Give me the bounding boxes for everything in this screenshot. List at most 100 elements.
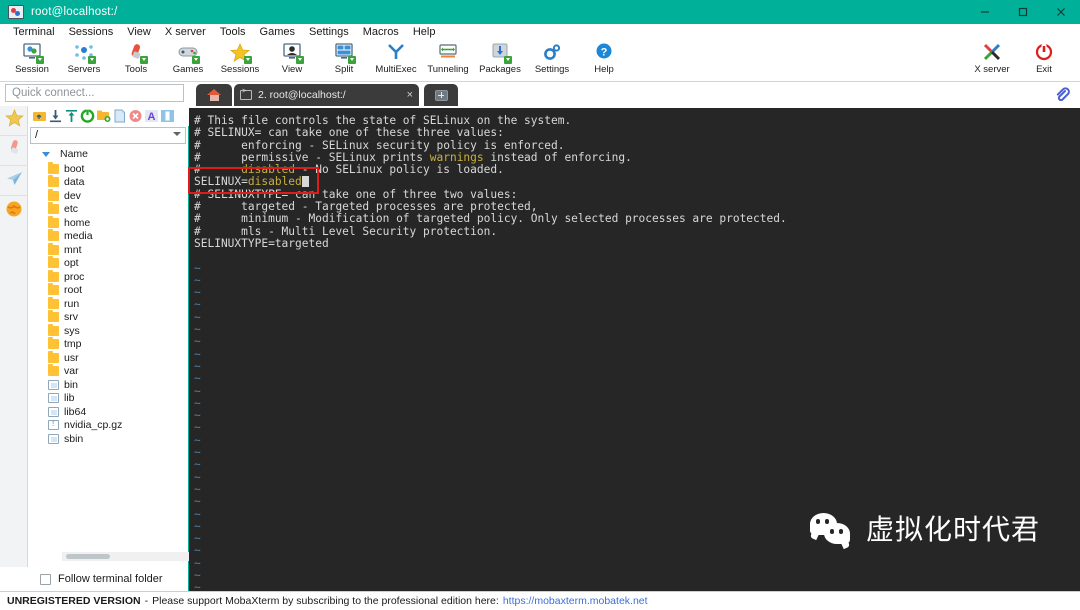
terminal-tilde-line: ~ bbox=[194, 582, 1068, 591]
toolbar-x-server-button[interactable]: X server bbox=[966, 41, 1018, 81]
list-item[interactable]: data bbox=[30, 176, 186, 190]
menu-x-server[interactable]: X server bbox=[158, 24, 213, 41]
list-item[interactable]: var bbox=[30, 365, 186, 379]
list-item[interactable]: lib64 bbox=[30, 405, 186, 419]
parent-folder-icon[interactable] bbox=[32, 109, 47, 124]
scrollbar-thumb[interactable] bbox=[66, 554, 110, 559]
folder-icon bbox=[48, 353, 59, 363]
new-file-icon[interactable] bbox=[112, 109, 127, 124]
list-item[interactable]: bin bbox=[30, 378, 186, 392]
status-bar: UNREGISTERED VERSION - Please support Mo… bbox=[0, 591, 1080, 610]
toolbar-exit-button[interactable]: Exit bbox=[1018, 41, 1070, 81]
symlink-file-icon bbox=[48, 380, 59, 390]
toolbar-settings-button[interactable]: Settings bbox=[526, 41, 578, 81]
binary-mode-icon[interactable] bbox=[160, 109, 175, 124]
list-item[interactable]: boot bbox=[30, 162, 186, 176]
terminal-tilde-line: ~ bbox=[194, 336, 1068, 348]
menu-view[interactable]: View bbox=[120, 24, 158, 41]
tab-home[interactable] bbox=[196, 84, 232, 106]
toolbar-help-button[interactable]: ? Help bbox=[578, 41, 630, 81]
list-item[interactable]: nvidia_cp.gz bbox=[30, 419, 186, 433]
sidebar-item-tools[interactable] bbox=[0, 136, 28, 166]
text-mode-icon[interactable]: A bbox=[144, 109, 159, 124]
list-item[interactable]: sbin bbox=[30, 432, 186, 446]
toolbar-tools-label: Tools bbox=[125, 65, 147, 75]
terminal-tilde-line: ~ bbox=[194, 545, 1068, 557]
terminal-span: # targeted - Targeted processes are prot… bbox=[194, 200, 538, 213]
list-item[interactable]: opt bbox=[30, 257, 186, 271]
menu-games[interactable]: Games bbox=[253, 24, 302, 41]
quick-connect-input[interactable]: Quick connect... bbox=[5, 84, 184, 102]
toolbar-view-button[interactable]: View bbox=[266, 41, 318, 81]
packages-icon bbox=[489, 43, 511, 64]
list-item[interactable]: dev bbox=[30, 189, 186, 203]
maximize-icon[interactable] bbox=[1004, 0, 1042, 24]
chevron-down-icon[interactable] bbox=[173, 132, 181, 136]
view-icon bbox=[281, 43, 303, 64]
terminal-tilde-line: ~ bbox=[194, 435, 1068, 447]
status-link[interactable]: https://mobaxterm.mobatek.net bbox=[503, 595, 648, 607]
list-item[interactable]: etc bbox=[30, 203, 186, 217]
list-item[interactable]: usr bbox=[30, 351, 186, 365]
toolbar-session-button[interactable]: Session bbox=[6, 41, 58, 81]
file-name: tmp bbox=[64, 338, 82, 350]
tab-terminal-session[interactable]: 2. root@localhost:/ × bbox=[234, 84, 419, 106]
list-item[interactable]: mnt bbox=[30, 243, 186, 257]
toolbar-packages-button[interactable]: Packages bbox=[474, 41, 526, 81]
menu-sessions[interactable]: Sessions bbox=[62, 24, 121, 41]
toolbar-games-button[interactable]: Games bbox=[162, 41, 214, 81]
list-item[interactable]: lib bbox=[30, 392, 186, 406]
menu-terminal[interactable]: Terminal bbox=[6, 24, 62, 41]
list-item[interactable]: tmp bbox=[30, 338, 186, 352]
toolbar-multiexec-button[interactable]: MultiExec bbox=[370, 41, 422, 81]
terminal-tilde-line: ~ bbox=[194, 496, 1068, 508]
list-item[interactable]: proc bbox=[30, 270, 186, 284]
toolbar-session-label: Session bbox=[15, 65, 49, 75]
window-title: root@localhost:/ bbox=[31, 6, 117, 18]
toolbar-games-label: Games bbox=[173, 65, 204, 75]
delete-icon[interactable] bbox=[128, 109, 143, 124]
sidebar-item-macros[interactable] bbox=[0, 196, 28, 226]
tools-icon bbox=[125, 43, 147, 64]
toolbar-servers-button[interactable]: Servers bbox=[58, 41, 110, 81]
download-icon[interactable] bbox=[48, 109, 63, 124]
refresh-icon[interactable] bbox=[80, 109, 95, 124]
close-icon[interactable]: × bbox=[403, 89, 413, 101]
sort-arrow-icon[interactable] bbox=[42, 152, 50, 157]
toolbar-tools-button[interactable]: Tools bbox=[110, 41, 162, 81]
list-item[interactable]: sys bbox=[30, 324, 186, 338]
toolbar-split-button[interactable]: Split bbox=[318, 41, 370, 81]
list-item[interactable]: home bbox=[30, 216, 186, 230]
toolbar-settings-label: Settings bbox=[535, 65, 569, 75]
toolbar-tunneling-button[interactable]: Tunneling bbox=[422, 41, 474, 81]
new-tab-button[interactable] bbox=[424, 84, 458, 106]
minimize-icon[interactable] bbox=[966, 0, 1004, 24]
folder-icon bbox=[48, 339, 59, 349]
sidebar-item-sftp[interactable] bbox=[0, 166, 28, 196]
menu-macros[interactable]: Macros bbox=[356, 24, 406, 41]
file-list-column-header[interactable]: Name bbox=[30, 147, 186, 161]
upload-icon[interactable] bbox=[64, 109, 79, 124]
list-item[interactable]: srv bbox=[30, 311, 186, 325]
toolbar-sessions-button[interactable]: Sessions bbox=[214, 41, 266, 81]
close-icon[interactable] bbox=[1042, 0, 1080, 24]
new-folder-icon[interactable] bbox=[96, 109, 111, 124]
list-item[interactable]: root bbox=[30, 284, 186, 298]
follow-terminal-folder-checkbox[interactable] bbox=[40, 574, 51, 585]
follow-terminal-folder-row[interactable]: Follow terminal folder bbox=[28, 567, 189, 591]
menu-settings[interactable]: Settings bbox=[302, 24, 356, 41]
list-item[interactable]: media bbox=[30, 230, 186, 244]
sftp-path-input[interactable]: / bbox=[30, 127, 186, 144]
folder-icon bbox=[48, 177, 59, 187]
terminal-tilde-line: ~ bbox=[194, 373, 1068, 385]
menu-tools[interactable]: Tools bbox=[213, 24, 253, 41]
list-item[interactable]: run bbox=[30, 297, 186, 311]
sftp-file-list[interactable]: bootdatadevetchomemediamntoptprocrootrun… bbox=[30, 162, 186, 547]
status-badge: UNREGISTERED VERSION bbox=[7, 595, 141, 607]
terminal-panel[interactable]: # This file controls the state of SELinu… bbox=[189, 108, 1080, 591]
menu-help[interactable]: Help bbox=[406, 24, 443, 41]
folder-icon bbox=[48, 366, 59, 376]
paperclip-icon[interactable] bbox=[1052, 85, 1072, 105]
terminal-span: disabled bbox=[241, 163, 295, 176]
sidebar-item-favorites[interactable] bbox=[0, 106, 28, 136]
